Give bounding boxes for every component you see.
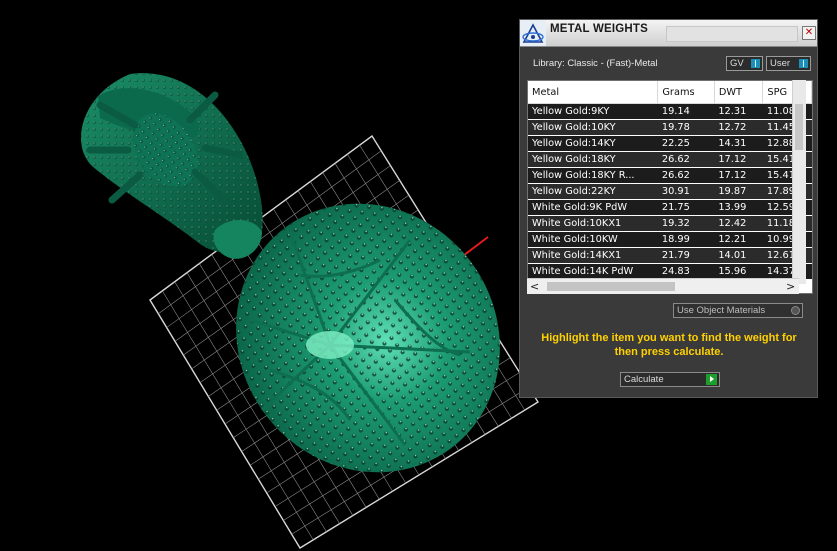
cell-dwt: 17.12 <box>714 167 763 184</box>
toggle-on-icon <box>799 59 808 68</box>
cell-metal: Yellow Gold:10KY <box>528 119 658 136</box>
table-row[interactable]: White Gold:9K PdW 21.75 13.99 12.59 <box>528 199 812 216</box>
close-icon[interactable]: ✕ <box>802 26 816 40</box>
cell-metal: Yellow Gold:18KY R... <box>528 167 658 184</box>
radio-icon <box>791 306 800 315</box>
scroll-left-icon[interactable]: < <box>530 280 539 293</box>
cell-dwt: 12.31 <box>714 103 763 120</box>
use-object-materials-label: Use Object Materials <box>677 305 766 316</box>
cell-metal: Yellow Gold:18KY <box>528 151 658 168</box>
gv-toggle-label: GV <box>730 58 744 69</box>
instruction-text: Highlight the item you want to find the … <box>541 332 797 358</box>
column-header-metal[interactable]: Metal <box>528 81 659 104</box>
cell-metal: Yellow Gold:14KY <box>528 135 658 152</box>
cell-grams: 19.14 <box>657 103 715 120</box>
user-toggle-label: User <box>770 58 791 69</box>
cell-grams: 21.79 <box>657 247 715 264</box>
table-row[interactable]: White Gold:10KW 18.99 12.21 10.99 <box>528 231 812 248</box>
use-object-materials-toggle[interactable]: Use Object Materials <box>673 303 803 318</box>
cell-dwt: 19.87 <box>714 183 763 200</box>
cell-grams: 26.62 <box>657 167 715 184</box>
metal-weights-panel: METAL WEIGHTS ✕ Library: Classic - (Fast… <box>519 19 818 398</box>
cell-grams: 21.75 <box>657 199 715 216</box>
column-header-dwt[interactable]: DWT <box>714 81 764 104</box>
column-header-grams[interactable]: Grams <box>657 81 715 104</box>
cell-grams: 19.32 <box>657 215 715 232</box>
library-label: Library: Classic - (Fast)-Metal <box>533 58 658 69</box>
table-row[interactable]: Yellow Gold:9KY 19.14 12.31 11.08 <box>528 103 812 120</box>
cell-metal: White Gold:10KX1 <box>528 215 658 232</box>
cell-dwt: 14.01 <box>714 247 763 264</box>
table-row[interactable]: Yellow Gold:18KY R... 26.62 17.12 15.41 <box>528 167 812 184</box>
table-row[interactable]: Yellow Gold:22KY 30.91 19.87 17.89 <box>528 183 812 200</box>
gv-toggle[interactable]: GV <box>726 56 763 71</box>
cell-metal: White Gold:9K PdW <box>528 199 658 216</box>
cell-dwt: 12.42 <box>714 215 763 232</box>
user-toggle[interactable]: User <box>766 56 811 71</box>
calculate-label: Calculate <box>624 374 664 385</box>
cell-dwt: 12.21 <box>714 231 763 248</box>
cell-grams: 30.91 <box>657 183 715 200</box>
horizontal-scrollbar[interactable]: < > <box>527 278 799 294</box>
calculate-button[interactable]: Calculate <box>620 372 720 387</box>
cell-dwt: 14.31 <box>714 135 763 152</box>
metal-table: Metal Grams DWT SPG Yellow Gold:9KY 19.14… <box>527 80 813 294</box>
cell-metal: White Gold:14KX1 <box>528 247 658 264</box>
toggle-on-icon <box>751 59 760 68</box>
table-header-row: Metal Grams DWT SPG <box>528 81 812 104</box>
vertical-scrollbar[interactable] <box>792 80 806 284</box>
title-bar-fill <box>666 26 798 42</box>
cell-grams: 26.62 <box>657 151 715 168</box>
cell-grams: 22.25 <box>657 135 715 152</box>
cell-dwt: 17.12 <box>714 151 763 168</box>
vertical-scroll-thumb[interactable] <box>795 104 803 150</box>
table-row[interactable]: White Gold:14KX1 21.79 14.01 12.61 <box>528 247 812 264</box>
scroll-right-icon[interactable]: > <box>786 280 795 293</box>
play-arrow-icon <box>706 374 717 385</box>
table-row[interactable]: White Gold:10KX1 19.32 12.42 11.18 <box>528 215 812 232</box>
panel-title: METAL WEIGHTS <box>550 23 649 35</box>
app-logo-icon <box>520 20 546 46</box>
cell-dwt: 13.99 <box>714 199 763 216</box>
cell-grams: 19.78 <box>657 119 715 136</box>
cell-grams: 18.99 <box>657 231 715 248</box>
cell-metal: Yellow Gold:22KY <box>528 183 658 200</box>
cell-dwt: 12.72 <box>714 119 763 136</box>
horizontal-scroll-thumb[interactable] <box>547 282 675 291</box>
table-row[interactable]: Yellow Gold:18KY 26.62 17.12 15.41 <box>528 151 812 168</box>
title-bar[interactable]: METAL WEIGHTS ✕ <box>520 20 817 47</box>
table-row[interactable]: Yellow Gold:10KY 19.78 12.72 11.45 <box>528 119 812 136</box>
cell-metal: White Gold:10KW <box>528 231 658 248</box>
cell-metal: Yellow Gold:9KY <box>528 103 658 120</box>
table-row[interactable]: Yellow Gold:14KY 22.25 14.31 12.88 <box>528 135 812 152</box>
